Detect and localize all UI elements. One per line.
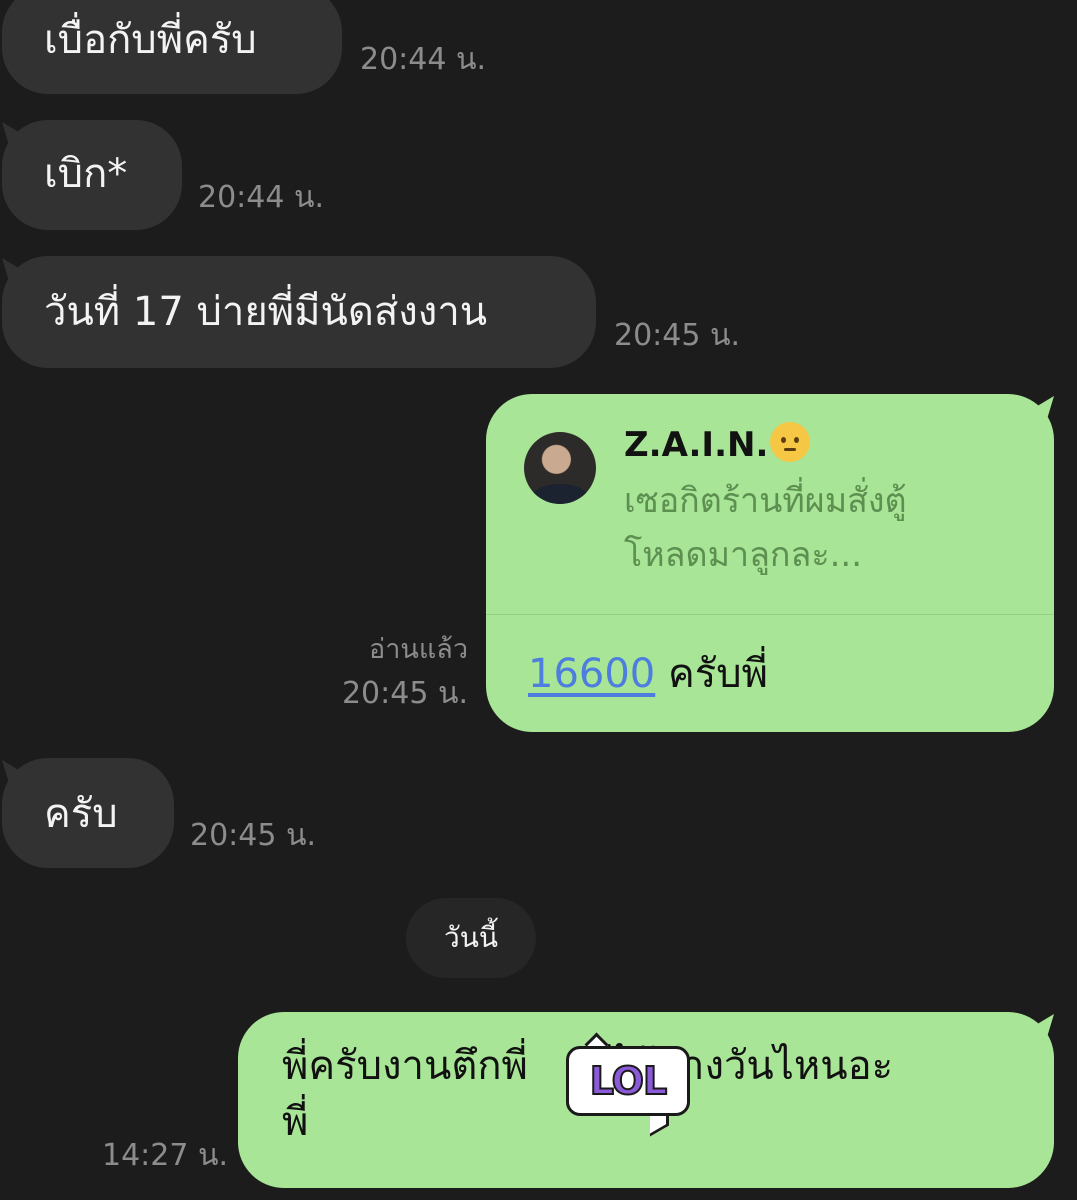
- message-text: เบิก*: [44, 151, 128, 197]
- message-text: 16600 ครับพี่: [528, 651, 768, 697]
- lol-sticker-icon[interactable]: LOL: [566, 1032, 692, 1137]
- message-text: เบื่อกับพี่ครับ: [44, 17, 257, 63]
- sticker-text: LOL: [589, 1058, 668, 1104]
- read-receipt: อ่านแล้ว 20:45 น.: [342, 628, 468, 716]
- read-label: อ่านแล้ว: [369, 634, 468, 665]
- message-timestamp: 20:45 น.: [190, 818, 317, 853]
- reply-message-bubble[interactable]: Z.A.I.N. เซอกิตร้านที่ผมสั่งตู้ โหลดมาลู…: [486, 394, 1054, 732]
- message-text: ครับ: [44, 791, 118, 837]
- message-timestamp: 14:27 น.: [102, 1138, 229, 1173]
- quoted-sender-name: Z.A.I.N.: [624, 422, 811, 468]
- quoted-message[interactable]: Z.A.I.N. เซอกิตร้านที่ผมสั่งตู้ โหลดมาลู…: [486, 394, 1054, 615]
- message-text: วันที่ 17 บ่ายพี่มีนัดส่งงาน: [44, 289, 488, 335]
- incoming-message-bubble[interactable]: วันที่ 17 บ่ายพี่มีนัดส่งงาน: [2, 256, 596, 368]
- message-timestamp: 20:45 น.: [341, 676, 468, 711]
- quoted-preview-text: เซอกิตร้านที่ผมสั่งตู้ โหลดมาลูกละ...: [624, 481, 907, 575]
- avatar: [524, 432, 596, 504]
- message-timestamp: 20:45 น.: [614, 318, 741, 353]
- chat-area: เบื่อกับพี่ครับ 20:44 น. เบิก* 20:44 น. …: [0, 0, 1077, 1200]
- date-divider: วันนี้: [406, 898, 536, 978]
- message-timestamp: 20:44 น.: [360, 42, 487, 77]
- incoming-message-bubble[interactable]: ครับ: [2, 758, 174, 868]
- incoming-message-bubble[interactable]: เบื่อกับพี่ครับ: [2, 0, 342, 94]
- incoming-message-bubble[interactable]: เบิก*: [2, 120, 182, 230]
- phone-number-link[interactable]: 16600: [528, 651, 655, 697]
- message-timestamp: 20:44 น.: [198, 180, 325, 215]
- saluting-face-emoji-icon: [770, 422, 811, 462]
